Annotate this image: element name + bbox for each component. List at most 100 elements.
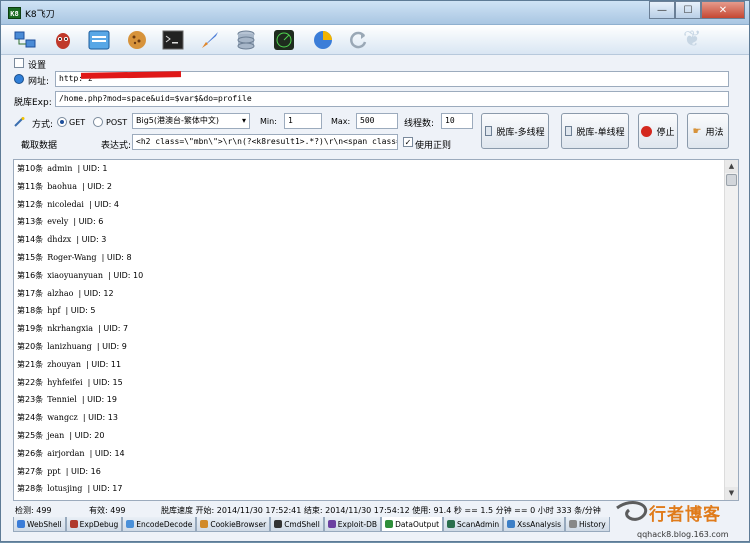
list-item: 第18条 hpf | UID: 5 <box>17 305 95 316</box>
tab-encodedecode[interactable]: EncodeDecode <box>122 517 197 532</box>
item-index: 第24条 <box>17 413 44 423</box>
post-radio[interactable] <box>93 117 103 127</box>
item-uid: UID: 4 <box>94 199 119 209</box>
bug-icon[interactable] <box>51 28 75 52</box>
exp-input[interactable]: /home.php?mod=space&uid=$var$&do=profile <box>55 91 729 107</box>
rocket-icon[interactable] <box>198 28 222 52</box>
max-input[interactable]: 500 <box>356 113 398 129</box>
item-username: hyhfeifei <box>47 377 83 387</box>
item-index: 第14条 <box>17 235 44 245</box>
regex-checkbox[interactable]: ✓ <box>403 137 413 147</box>
item-separator: | <box>91 342 103 351</box>
tab-icon <box>126 520 135 528</box>
item-uid: UID: 20 <box>74 431 105 440</box>
window-app-icon[interactable] <box>87 28 111 52</box>
radar-icon[interactable] <box>272 28 296 52</box>
item-separator: | <box>76 181 88 191</box>
item-index: 第18条 <box>17 306 44 316</box>
item-separator: | <box>96 253 107 262</box>
min-label: Min: <box>260 117 277 126</box>
encoding-value: Big5(港澳台-繁体中文) <box>136 116 220 125</box>
multi-thread-button[interactable]: 脱库-多线程 <box>481 113 549 149</box>
item-separator: | <box>71 235 82 245</box>
item-index: 第11条 <box>17 181 44 191</box>
vertical-scrollbar[interactable]: ▲ ▼ <box>724 160 738 500</box>
max-label: Max: <box>331 117 351 126</box>
min-input[interactable]: 1 <box>284 113 322 129</box>
expression-input[interactable]: <h2 class=\"mbn\">\r\n(?<k8result1>.*?)\… <box>132 134 398 150</box>
tab-label: CookieBrowser <box>210 519 267 529</box>
list-item: 第14条 dhdzx | UID: 3 <box>17 234 106 245</box>
item-separator: | <box>103 270 114 280</box>
tab-exploit-db[interactable]: Exploit-DB <box>323 517 382 532</box>
item-username: admin <box>47 164 73 173</box>
item-index: 第12条 <box>17 199 44 209</box>
database-icon[interactable] <box>234 28 258 52</box>
item-index: 第20条 <box>17 342 44 351</box>
item-username: lotusjing <box>47 484 83 494</box>
minimize-button[interactable]: — <box>649 1 675 19</box>
item-uid: UID: 17 <box>92 484 123 494</box>
network-icon[interactable] <box>13 28 37 52</box>
close-button[interactable]: ✕ <box>701 1 745 19</box>
multi-thread-label: 脱库-多线程 <box>496 127 545 138</box>
tab-cmdshell[interactable]: CmdShell <box>270 517 324 532</box>
get-radio[interactable] <box>57 117 67 127</box>
pie-chart-icon[interactable] <box>311 28 335 52</box>
drive-icon <box>485 126 493 136</box>
item-username: hpf <box>47 306 61 316</box>
usage-label: 用法 <box>705 127 724 138</box>
tab-webshell[interactable]: WebShell <box>13 517 66 532</box>
wand-icon <box>14 117 25 127</box>
total-count: 检测: 499 <box>15 506 52 515</box>
item-index: 第28条 <box>17 484 44 494</box>
scroll-up-icon[interactable]: ▲ <box>725 160 738 173</box>
tab-dataoutput[interactable]: DataOutput <box>381 517 444 532</box>
settings-checkbox[interactable] <box>14 58 24 68</box>
app-icon: K8 <box>8 7 21 19</box>
tab-history[interactable]: History <box>565 517 610 532</box>
item-username: jean <box>47 431 65 440</box>
list-item: 第12条 nicoledai | UID: 4 <box>17 199 119 210</box>
watermark: 行者博客 qqhack8.blog.163.com <box>613 498 750 543</box>
item-username: evely <box>47 217 69 227</box>
refresh-icon[interactable] <box>346 28 370 52</box>
item-username: baohua <box>47 181 77 191</box>
main-window: K8 K8飞刀 — ☐ ✕ ❦ 设置 网址: http: z 脱库Exp: /h… <box>0 0 750 542</box>
item-username: lanizhuang <box>47 342 92 351</box>
tab-icon <box>327 520 336 528</box>
item-username: airjordan <box>47 448 85 458</box>
maximize-button[interactable]: ☐ <box>675 1 701 19</box>
item-username: zhouyan <box>47 359 81 369</box>
item-uid: UID: 16 <box>70 466 101 476</box>
capture-label: 截取数据 <box>21 141 58 151</box>
item-separator: | <box>68 217 79 227</box>
toolbar <box>1 25 749 55</box>
tab-icon <box>569 520 578 528</box>
title-bar[interactable]: K8 K8飞刀 — ☐ ✕ <box>1 1 749 25</box>
stop-button[interactable]: 停止 <box>638 113 678 149</box>
encoding-select[interactable]: Big5(港澳台-繁体中文) ▾ <box>132 113 250 129</box>
tab-expdebug[interactable]: ExpDebug <box>65 517 123 532</box>
timing-info: 脱库速度 开始: 2014/11/30 17:52:41 结束: 2014/11… <box>161 506 601 515</box>
single-thread-button[interactable]: 脱库-单线程 <box>561 113 629 149</box>
tab-icon <box>69 520 78 528</box>
tab-cookiebrowser[interactable]: CookieBrowser <box>196 517 271 532</box>
threads-input[interactable]: 10 <box>441 113 473 129</box>
post-label: POST <box>106 118 128 127</box>
tab-label: ScanAdmin <box>457 519 500 529</box>
scroll-thumb[interactable] <box>726 174 737 186</box>
tab-scanadmin[interactable]: ScanAdmin <box>443 517 504 532</box>
results-list[interactable]: 第10条 admin | UID: 1 第11条 baohua | UID: 2 第12… <box>13 159 739 501</box>
tab-icon <box>200 520 209 528</box>
tab-xssanalysis[interactable]: XssAnalysis <box>503 517 566 532</box>
expr-label: 表达式: <box>101 141 132 151</box>
list-item: 第26条 airjordan | UID: 14 <box>17 448 125 459</box>
usage-button[interactable]: ☛ 用法 <box>687 113 729 149</box>
item-username: ppt <box>47 466 61 476</box>
terminal-icon[interactable] <box>161 28 185 52</box>
item-index: 第16条 <box>17 270 44 280</box>
list-item: 第16条 xiaoyuanyuan | UID: 10 <box>17 270 143 281</box>
cookie-icon[interactable] <box>125 28 149 52</box>
item-username: wangcz <box>47 413 78 423</box>
